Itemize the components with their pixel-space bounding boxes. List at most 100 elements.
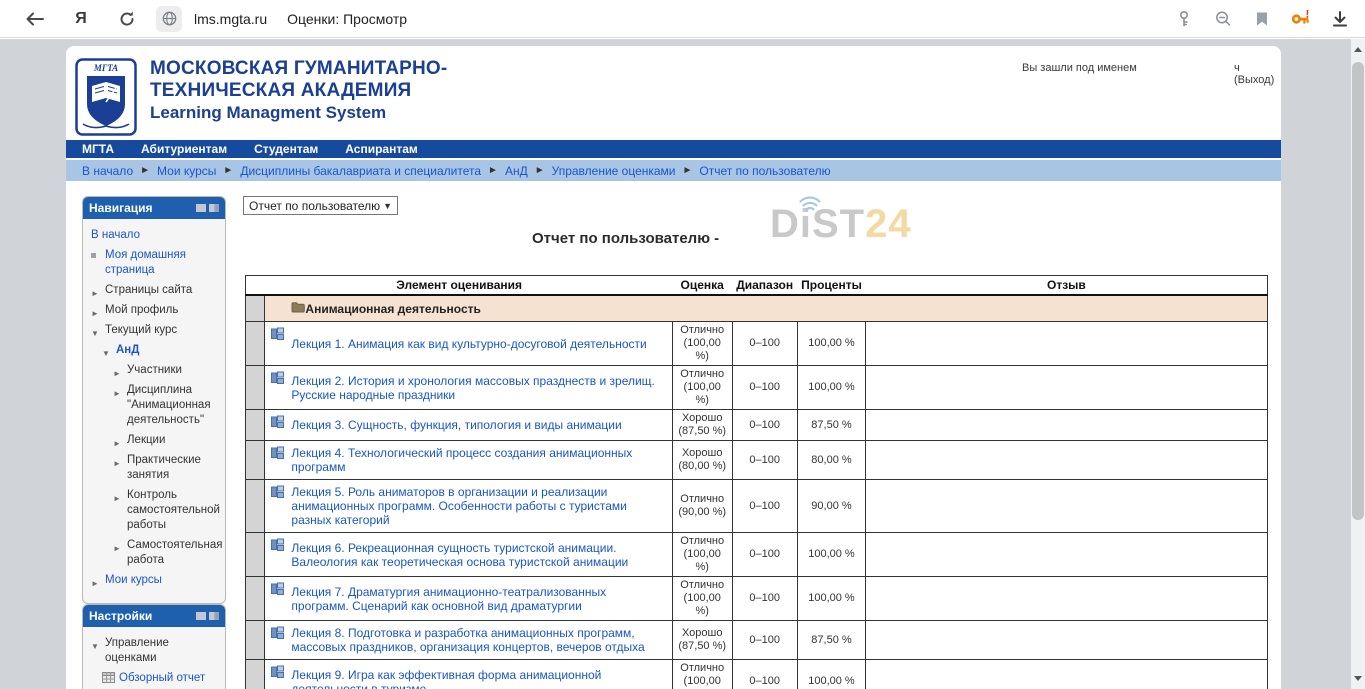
grade-item-link[interactable]: Лекция 6. Рекреационная сущность туристс… [291,541,628,569]
navigation-item-12[interactable]: ►Самостоятельная работа [91,538,221,568]
navigation-item-9[interactable]: ►Лекции [91,433,221,448]
bullet-icon [91,253,96,258]
report-type-select[interactable]: Отчет по пользователю ▼ [243,196,398,215]
settings-label[interactable]: Обзорный отчет [119,672,205,684]
navigation-item-2[interactable]: Моя домашняя страница [91,248,221,278]
block-collapse-icon[interactable] [196,612,206,620]
lesson-icon [271,665,284,681]
expand-toggle-icon[interactable]: ► [113,491,121,506]
password-alert-icon[interactable]: ! [1290,8,1312,30]
svg-text:МГТА: МГТА [93,63,118,73]
expand-toggle-icon[interactable]: ► [91,306,99,321]
column-header-4: Проценты [797,276,866,296]
logged-in-text: Вы зашли под именем [1022,62,1137,74]
category-label: Анимационная деятельность [305,302,480,316]
refresh-icon[interactable] [116,8,138,30]
grade-item-link[interactable]: Лекция 1. Анимация как вид культурно-дос… [291,337,646,351]
vertical-scrollbar[interactable] [1351,39,1365,689]
address-bar[interactable]: lms.mgta.ru Оценки: Просмотр [156,6,407,32]
grade-row-8: Лекция 8. Подготовка и разработка анимац… [246,621,1268,660]
navigation-block: Навигация В началоМоя домашняя страница►… [82,196,226,604]
navigation-item-8[interactable]: ►Дисциплина "Анимационная деятельность" [91,383,221,428]
yandex-browser-icon[interactable]: Я [70,8,92,30]
expand-toggle-icon[interactable]: ► [113,456,121,471]
item-name-cell: Лекция 3. Сущность, функция, типология и… [265,410,672,441]
bookmark-flag-icon[interactable] [1251,8,1273,30]
expand-toggle-icon[interactable]: ► [113,541,121,556]
breadcrumb-link-6[interactable]: Отчет по пользователю [699,164,830,178]
grade-item-link[interactable]: Лекция 4. Технологический процесс создан… [291,446,632,474]
grade-table: Элемент оцениванияОценкаДиапазонПроценты… [245,275,1268,689]
scroll-down-icon[interactable] [1354,676,1362,681]
breadcrumb-link-3[interactable]: Дисциплины бакалавриата и специалитета [240,164,481,178]
logout-link[interactable]: ч (Выход) [1234,62,1281,86]
navigation-item-7[interactable]: ►Участники [91,363,221,378]
back-icon[interactable] [24,8,46,30]
collapse-toggle-icon[interactable]: ▼ [102,346,110,361]
scrollbar-thumb[interactable] [1352,62,1364,520]
grade-cell: Хорошо(87,50 %) [672,410,732,441]
breadcrumb-link-2[interactable]: Мои курсы [157,164,216,178]
site-globe-icon [156,6,182,32]
block-dock-icon[interactable] [209,612,219,620]
grade-cell: Отлично(100,00 %) [672,322,732,366]
navigation-item-13[interactable]: ► Мои курсы [91,573,221,588]
grade-item-link[interactable]: Лекция 3. Сущность, функция, типология и… [291,418,621,432]
grade-item-link[interactable]: Лекция 8. Подготовка и разработка анимац… [291,626,644,654]
menu-item-1[interactable]: МГТА [82,142,114,156]
navigation-label: Контроль самостоятельной работы [127,489,220,531]
navigation-item-6[interactable]: ▼ АнД [91,343,221,358]
feedback-cell [866,660,1268,689]
page-viewport: МГТА МОСКОВСКАЯ ГУМАНИТАРНО- ТЕХНИЧЕСКАЯ… [0,39,1365,689]
settings-label: Управление оценками [105,637,169,664]
grade-item-link[interactable]: Лекция 9. Игра как эффективная форма ани… [291,668,601,689]
range-cell: 0–100 [732,480,797,533]
grade-item-link[interactable]: Лекция 2. История и хронология массовых … [291,374,655,402]
settings-item-2[interactable]: Обзорный отчет [91,671,221,686]
expand-toggle-icon[interactable]: ► [113,386,121,401]
protect-key-icon[interactable] [1173,8,1195,30]
navigation-label[interactable]: АнД [116,344,139,356]
range-cell: 0–100 [732,366,797,410]
report-type-value: Отчет по пользователю [249,199,380,213]
feedback-cell [866,577,1268,621]
block-dock-icon[interactable] [209,204,219,212]
navigation-item-4[interactable]: ►Мой профиль [91,303,221,318]
grade-item-link[interactable]: Лекция 5. Роль аниматоров в организации … [291,485,626,527]
scroll-up-icon[interactable] [1354,47,1362,52]
navigation-item-10[interactable]: ► Практические занятия [91,453,221,483]
percent-cell: 87,50 % [797,410,866,441]
breadcrumb-separator-icon: ► [535,165,545,176]
menu-item-3[interactable]: Студентам [254,142,318,156]
download-icon[interactable] [1329,8,1351,30]
navigation-item-11[interactable]: ► Контроль самостоятельной работы [91,488,221,533]
block-collapse-icon[interactable] [196,204,206,212]
settings-item-1[interactable]: ▼ Управление оценками [91,636,221,666]
feedback-cell [866,410,1268,441]
navigation-item-3[interactable]: ►Страницы сайта [91,283,221,298]
collapse-toggle-icon[interactable]: ▼ [91,639,99,654]
expand-toggle-icon[interactable]: ► [113,366,121,381]
url-text[interactable]: lms.mgta.ru [194,11,267,27]
breadcrumb-link-1[interactable]: В начало [82,164,133,178]
navigation-label[interactable]: Мои курсы [105,574,162,586]
settings-block-title: Настройки [89,609,152,623]
navigation-label[interactable]: Моя домашняя страница [105,249,186,276]
collapse-toggle-icon[interactable]: ▼ [91,326,99,341]
navigation-label[interactable]: В начало [91,229,140,241]
breadcrumb-link-4[interactable]: АнД [505,164,528,178]
breadcrumb-link-5[interactable]: Управление оценками [552,164,676,178]
expand-toggle-icon[interactable]: ► [113,436,121,451]
column-header-2: Оценка [672,276,732,296]
grade-item-link[interactable]: Лекция 7. Драматургия анимационно-театра… [291,585,606,613]
expand-toggle-icon[interactable]: ► [91,576,99,591]
range-cell: 0–100 [732,441,797,480]
navigation-item-1[interactable]: В начало [91,228,221,243]
menu-item-4[interactable]: Аспирантам [345,142,418,156]
menu-item-2[interactable]: Абитуриентам [141,142,227,156]
zoom-search-icon[interactable] [1212,8,1234,30]
expand-toggle-icon[interactable]: ► [91,286,99,301]
navigation-label: Практические занятия [127,454,201,481]
navigation-item-5[interactable]: ▼Текущий курс [91,323,221,338]
lesson-icon [271,485,284,501]
